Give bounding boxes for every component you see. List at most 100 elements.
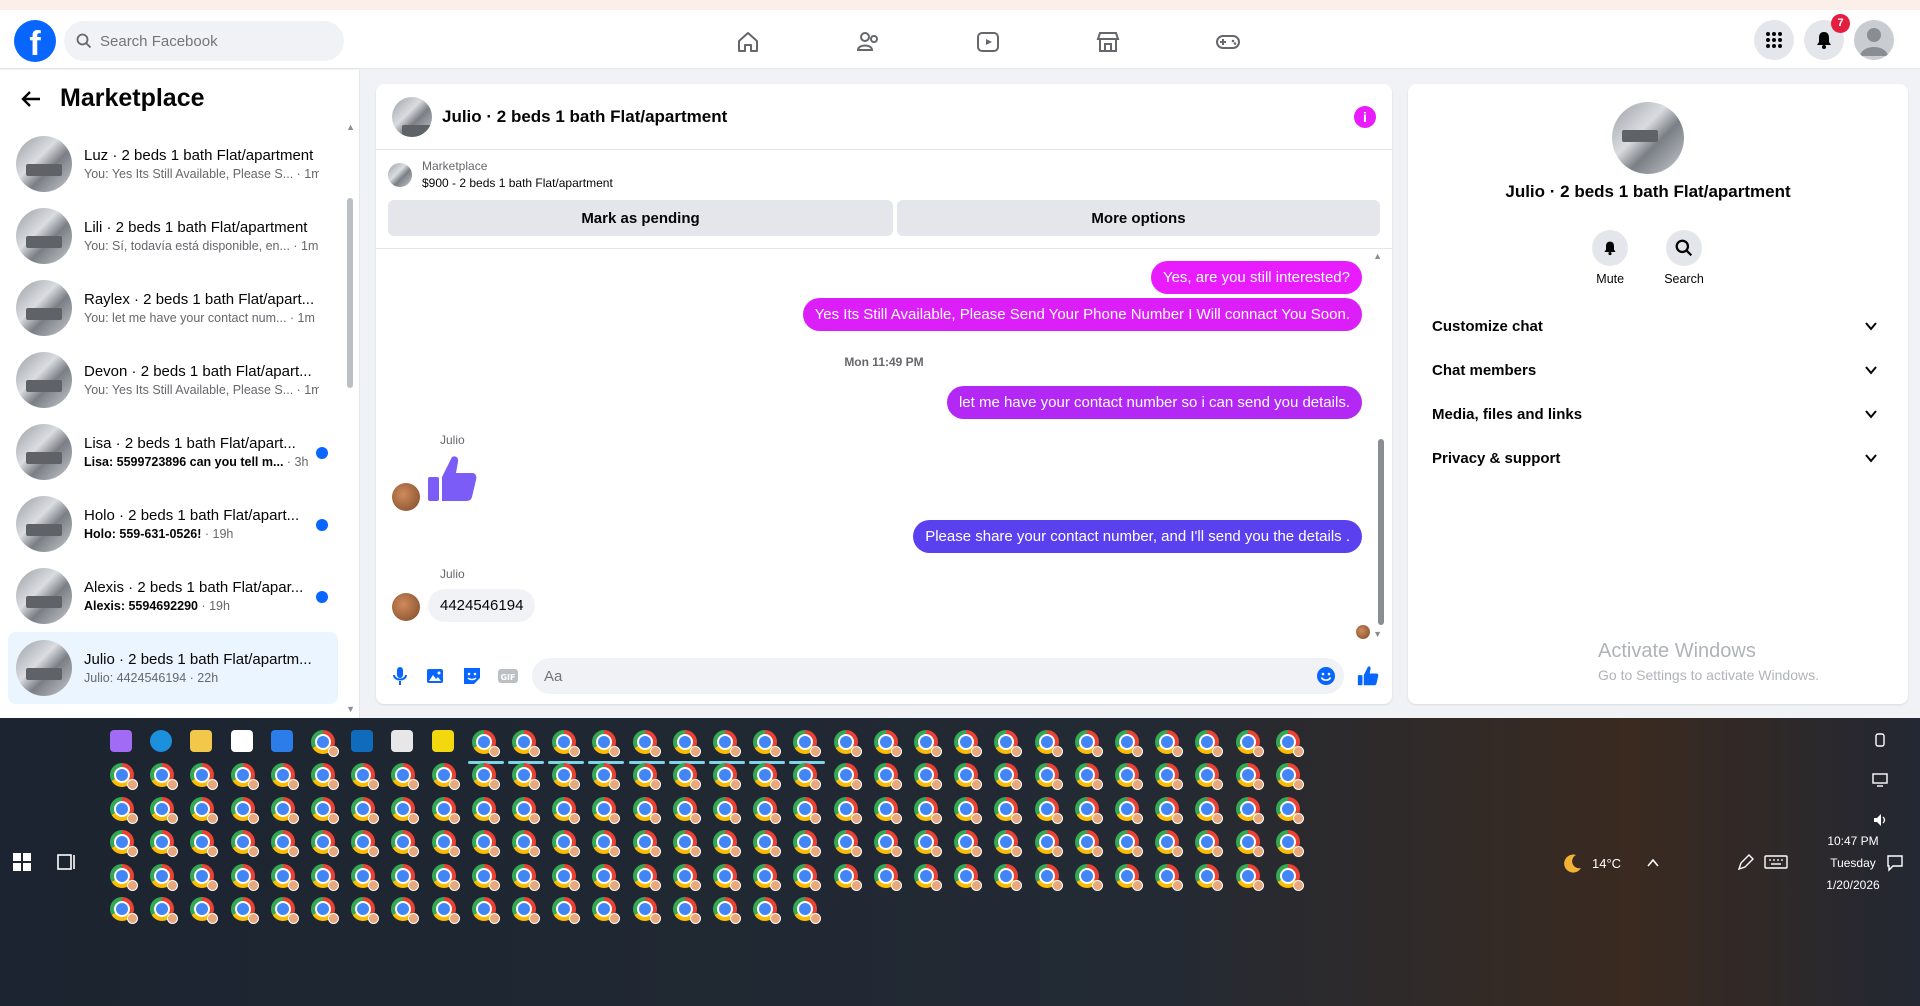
- search-input[interactable]: [100, 32, 320, 50]
- chrome-icon[interactable]: [150, 763, 179, 791]
- chrome-icon[interactable]: [1155, 796, 1184, 825]
- task-view-icon[interactable]: [56, 852, 78, 872]
- home-tab[interactable]: [688, 20, 808, 64]
- chrome-icon[interactable]: [1155, 763, 1184, 791]
- chrome-icon[interactable]: [672, 863, 701, 892]
- sidebar-scrollbar[interactable]: [347, 198, 353, 388]
- chrome-icon[interactable]: [1074, 763, 1103, 791]
- friends-tab[interactable]: [808, 20, 928, 64]
- details-menu-item[interactable]: Chat members: [1416, 348, 1892, 392]
- chrome-icon[interactable]: [150, 796, 179, 825]
- chrome-icon[interactable]: [793, 863, 822, 892]
- chrome-icon[interactable]: [1034, 763, 1063, 791]
- outlook-icon[interactable]: [351, 730, 379, 758]
- search-box[interactable]: [64, 21, 344, 61]
- chrome-icon[interactable]: [552, 830, 581, 858]
- chrome-icon[interactable]: [311, 830, 339, 858]
- conversation-item[interactable]: Lisa · 2 beds 1 bath Flat/apart... Lisa: …: [8, 416, 338, 488]
- details-menu-item[interactable]: Privacy & support: [1416, 436, 1892, 480]
- chrome-icon[interactable]: [1155, 863, 1184, 892]
- chrome-icon[interactable]: [1115, 763, 1143, 791]
- clock-time[interactable]: 10:47 PM: [1816, 834, 1890, 848]
- chrome-icon[interactable]: [994, 730, 1023, 758]
- chrome-icon[interactable]: [994, 763, 1023, 791]
- chrome-icon[interactable]: [672, 830, 701, 858]
- chrome-icon[interactable]: [753, 763, 782, 791]
- chrome-icon[interactable]: [672, 897, 701, 925]
- sticker-button[interactable]: [460, 664, 484, 688]
- message-bubble-outgoing[interactable]: Please share your contact number, and I'…: [913, 520, 1362, 553]
- chrome-icon[interactable]: [471, 796, 500, 825]
- chrome-icon[interactable]: [1235, 796, 1264, 825]
- chrome-icon[interactable]: [753, 830, 782, 858]
- chrome-icon[interactable]: [351, 863, 380, 892]
- chrome-icon[interactable]: [672, 796, 701, 825]
- chevron-up-icon[interactable]: [1646, 856, 1660, 870]
- menu-button[interactable]: [1754, 20, 1794, 60]
- chrome-icon[interactable]: [592, 796, 621, 825]
- chrome-icon[interactable]: [1115, 830, 1143, 858]
- chrome-icon[interactable]: [914, 763, 942, 791]
- chrome-icon[interactable]: [431, 796, 460, 825]
- chrome-icon[interactable]: [632, 763, 661, 791]
- chrome-icon[interactable]: [592, 763, 621, 791]
- conversation-item[interactable]: Lili · 2 beds 1 bath Flat/apartment You: …: [8, 200, 338, 272]
- chrome-icon[interactable]: [270, 830, 299, 858]
- chrome-icon[interactable]: [592, 863, 621, 892]
- details-menu-item[interactable]: Customize chat: [1416, 304, 1892, 348]
- chrome-icon[interactable]: [552, 897, 581, 925]
- chrome-icon[interactable]: [873, 763, 902, 791]
- chrome-icon[interactable]: [1155, 730, 1184, 758]
- chrome-icon[interactable]: [994, 796, 1023, 825]
- conversation-item[interactable]: Devon · 2 beds 1 bath Flat/apart... You: …: [8, 344, 338, 416]
- chrome-icon[interactable]: [632, 897, 661, 925]
- message-bubble-incoming[interactable]: 4424546194: [428, 589, 536, 622]
- paint-icon[interactable]: [391, 730, 419, 758]
- marketplace-tab[interactable]: [1048, 20, 1168, 64]
- chrome-icon[interactable]: [1034, 863, 1063, 892]
- chrome-icon[interactable]: [954, 763, 983, 791]
- chrome-icon[interactable]: [672, 763, 701, 791]
- listing-info[interactable]: Marketplace $900 - 2 beds 1 bath Flat/ap…: [376, 150, 1392, 196]
- chrome-icon[interactable]: [1074, 863, 1103, 892]
- amazon-icon[interactable]: [230, 730, 259, 758]
- chrome-icon[interactable]: [1034, 830, 1063, 858]
- chrome-icon[interactable]: [512, 897, 540, 925]
- chrome-icon[interactable]: [749, 730, 786, 764]
- copilot-icon[interactable]: [110, 730, 138, 758]
- file-explorer-icon[interactable]: [190, 730, 218, 758]
- conversation-item[interactable]: Raylex · 2 beds 1 bath Flat/apart... You:…: [8, 272, 338, 344]
- edge-icon[interactable]: [150, 730, 178, 758]
- chrome-icon[interactable]: [793, 763, 822, 791]
- chrome-icon[interactable]: [431, 863, 460, 892]
- chrome-icon[interactable]: [753, 796, 782, 825]
- thread-scroll-up-icon[interactable]: ▲: [1373, 251, 1382, 261]
- device-icon[interactable]: [1872, 732, 1888, 748]
- message-bubble-outgoing[interactable]: Yes, are you still interested?: [1150, 261, 1362, 294]
- message-bubble-outgoing[interactable]: Yes Its Still Available, Please Send You…: [802, 298, 1362, 331]
- chrome-icon[interactable]: [713, 897, 741, 925]
- chrome-icon[interactable]: [110, 763, 138, 791]
- chrome-icon[interactable]: [1275, 863, 1304, 892]
- chrome-icon[interactable]: [1235, 763, 1264, 791]
- chrome-icon[interactable]: [833, 863, 862, 892]
- chrome-icon[interactable]: [110, 863, 138, 892]
- monitor-icon[interactable]: [1872, 772, 1888, 788]
- chrome-icon[interactable]: [351, 897, 380, 925]
- chrome-icon[interactable]: [230, 796, 259, 825]
- chrome-icon[interactable]: [914, 863, 942, 892]
- chrome-icon[interactable]: [270, 796, 299, 825]
- chrome-icon[interactable]: [1195, 863, 1224, 892]
- thread-scrollbar[interactable]: [1378, 439, 1384, 625]
- chrome-icon[interactable]: [954, 730, 983, 758]
- chrome-icon[interactable]: [391, 830, 420, 858]
- chrome-icon[interactable]: [1115, 863, 1143, 892]
- chrome-icon[interactable]: [508, 730, 544, 764]
- chrome-icon[interactable]: [588, 730, 625, 764]
- clock-date[interactable]: 1/20/2026: [1816, 878, 1890, 892]
- chrome-icon[interactable]: [190, 830, 219, 858]
- keyboard-icon[interactable]: [1764, 854, 1788, 870]
- chrome-icon[interactable]: [110, 796, 138, 825]
- chrome-icon[interactable]: [391, 763, 420, 791]
- chrome-icon[interactable]: [1115, 796, 1143, 825]
